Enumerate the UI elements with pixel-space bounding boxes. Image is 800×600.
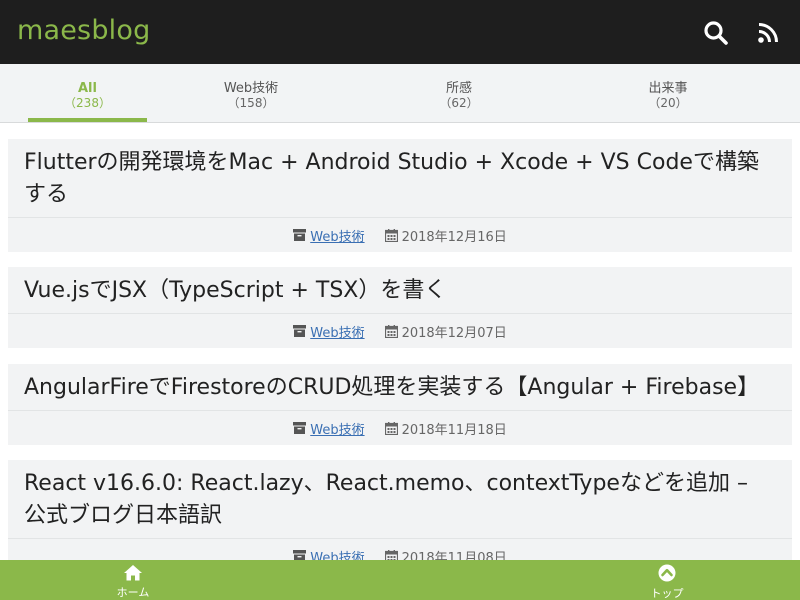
post-date: 2018年12月07日 bbox=[384, 322, 507, 341]
post-title-link[interactable]: AngularFireでFirestoreのCRUD処理を実装する【Angula… bbox=[8, 364, 792, 410]
tab-impressions[interactable]: 所感 （62） bbox=[399, 64, 519, 122]
tab-events[interactable]: 出来事 （20） bbox=[608, 64, 728, 122]
top-label: トップ bbox=[650, 587, 684, 600]
post-meta: Web技術 2018年11月18日 bbox=[8, 410, 792, 445]
post-card: React v16.6.0: React.lazy、React.memo、con… bbox=[8, 460, 792, 573]
post-card: Flutterの開発環境をMac + Android Studio + Xcod… bbox=[8, 139, 792, 252]
post-meta: Web技術 2018年12月16日 bbox=[8, 217, 792, 252]
date-text: 2018年11月18日 bbox=[401, 422, 507, 438]
category-link[interactable]: Web技術 bbox=[310, 419, 364, 438]
category-link[interactable]: Web技術 bbox=[310, 322, 364, 341]
tab-web-tech[interactable]: Web技術 （158） bbox=[191, 64, 311, 122]
rss-icon bbox=[758, 23, 778, 43]
archive-icon bbox=[293, 422, 307, 434]
category-link[interactable]: Web技術 bbox=[310, 226, 364, 245]
tab-label: Web技術 bbox=[223, 81, 279, 96]
archive-icon bbox=[293, 229, 307, 241]
tab-count: （238） bbox=[64, 96, 111, 110]
post-meta: Web技術 2018年12月07日 bbox=[8, 313, 792, 348]
site-header: maesblog bbox=[0, 0, 800, 64]
calendar-icon bbox=[384, 421, 398, 435]
post-date: 2018年11月18日 bbox=[384, 419, 507, 438]
post-card: AngularFireでFirestoreのCRUD処理を実装する【Angula… bbox=[8, 364, 792, 445]
arrow-up-circle-icon bbox=[658, 564, 676, 582]
category-tabs: All （238） Web技術 （158） 所感 （62） 出来事 （20） bbox=[0, 64, 800, 123]
home-icon bbox=[124, 565, 142, 581]
post-title-link[interactable]: React v16.6.0: React.lazy、React.memo、con… bbox=[8, 460, 792, 538]
bottom-nav-bar: ホーム トップ bbox=[0, 560, 800, 600]
post-category: Web技術 bbox=[293, 419, 365, 438]
site-logo[interactable]: maesblog bbox=[17, 15, 150, 46]
tab-label: 出来事 bbox=[648, 81, 688, 96]
tab-count: （20） bbox=[648, 96, 688, 110]
tab-all[interactable]: All （238） bbox=[28, 64, 147, 122]
post-card: Vue.jsでJSX（TypeScript + TSX）を書く Web技術 20… bbox=[8, 267, 792, 348]
rss-button[interactable] bbox=[752, 16, 784, 50]
date-text: 2018年12月16日 bbox=[401, 229, 507, 245]
post-title-link[interactable]: Flutterの開発環境をMac + Android Studio + Xcod… bbox=[8, 139, 792, 217]
calendar-icon bbox=[384, 324, 398, 338]
search-icon bbox=[704, 21, 728, 45]
tab-count: （62） bbox=[439, 96, 479, 110]
search-button[interactable] bbox=[700, 16, 732, 50]
post-date: 2018年12月16日 bbox=[384, 226, 507, 245]
post-title-link[interactable]: Vue.jsでJSX（TypeScript + TSX）を書く bbox=[8, 267, 792, 313]
tab-label: 所感 bbox=[445, 81, 472, 96]
scroll-top-button[interactable]: トップ bbox=[637, 564, 697, 600]
archive-icon bbox=[293, 325, 307, 337]
home-label: ホーム bbox=[116, 586, 150, 599]
tab-label: All bbox=[78, 81, 97, 96]
tab-count: （158） bbox=[227, 96, 275, 110]
post-category: Web技術 bbox=[293, 226, 365, 245]
date-text: 2018年12月07日 bbox=[401, 325, 507, 341]
home-button[interactable]: ホーム bbox=[103, 564, 163, 599]
post-category: Web技術 bbox=[293, 322, 365, 341]
calendar-icon bbox=[384, 228, 398, 242]
